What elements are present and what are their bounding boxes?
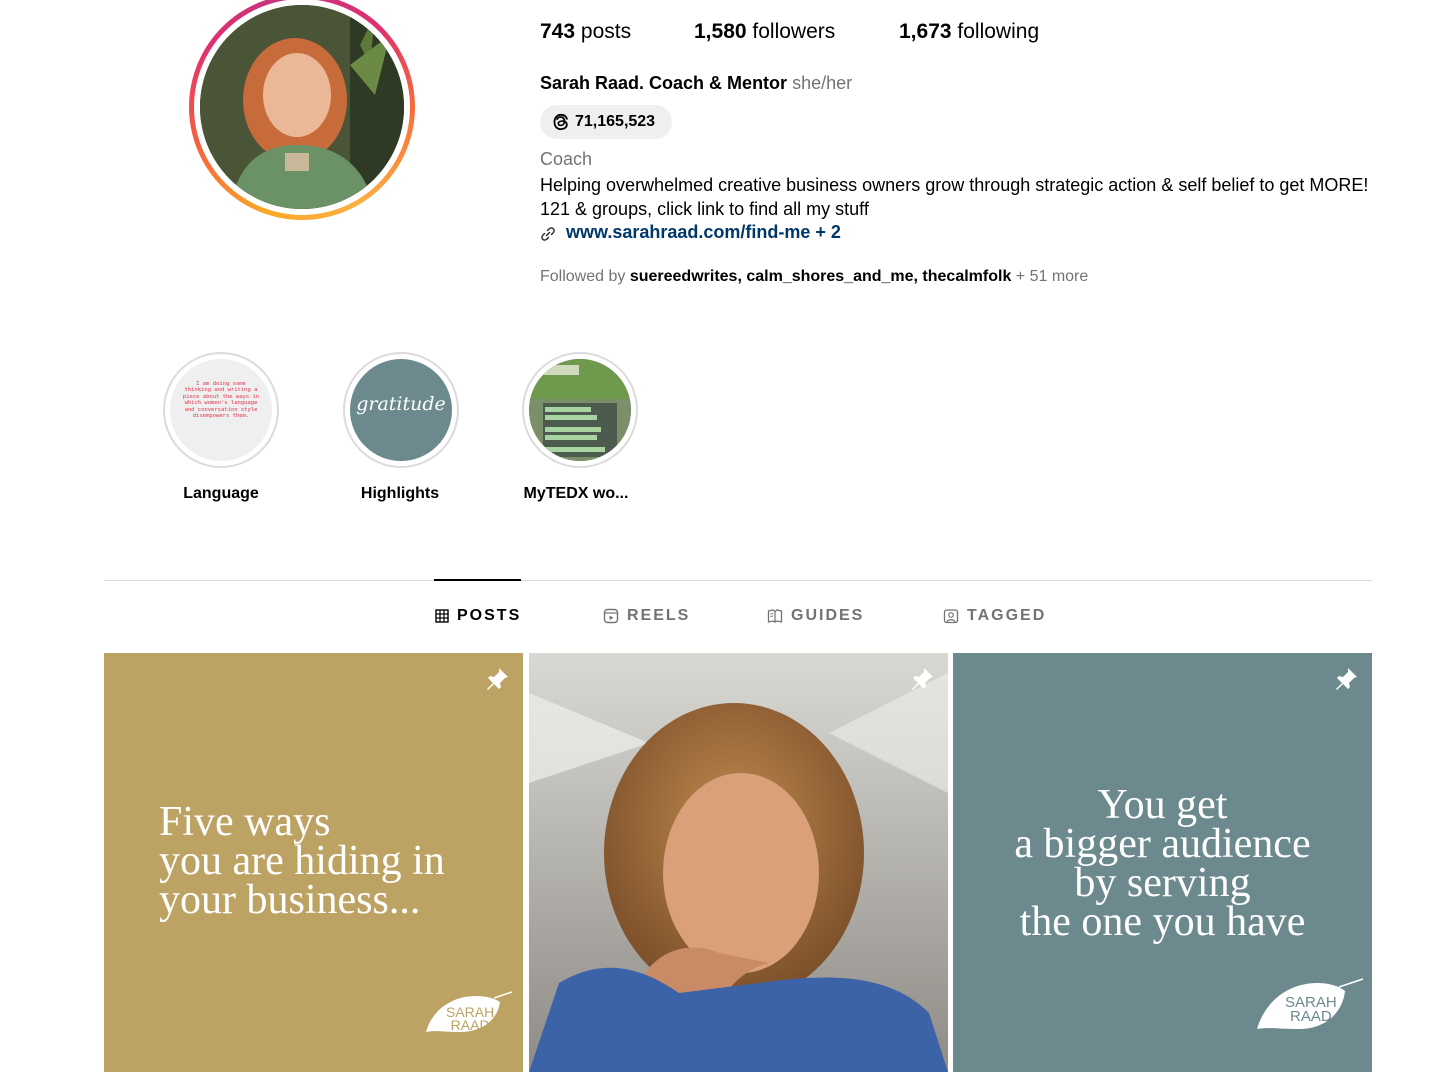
following-count: 1,673 (899, 20, 952, 43)
pin-icon (1336, 668, 1357, 690)
threads-icon (553, 113, 568, 131)
profile-full-name: Sarah Raad. Coach & Mentor (540, 73, 788, 93)
profile-pronouns: she/her (792, 73, 853, 93)
followed-by-user[interactable]: calm_shores_and_me (746, 268, 913, 285)
followed-by[interactable]: Followed by suereedwrites, calm_shores_a… (540, 268, 1088, 286)
post-tile[interactable]: You get a bigger audience by serving the… (953, 653, 1372, 1072)
highlight-mytedx[interactable] (522, 352, 638, 468)
tab-label: TAGGED (967, 607, 1047, 624)
sarah-raad-logo: SARAH RAAD (424, 988, 514, 1038)
sarah-raad-logo: SARAH RAAD (1255, 975, 1365, 1035)
tab-posts[interactable]: POSTS (435, 607, 521, 625)
tab-label: POSTS (457, 607, 522, 624)
highlight-cover: I am doing some thinking and writing a p… (170, 359, 272, 461)
tab-tagged[interactable]: TAGGED (943, 607, 1046, 625)
following-label: following (957, 20, 1040, 43)
highlight-language[interactable]: I am doing some thinking and writing a p… (163, 352, 279, 468)
pin-icon (487, 668, 508, 690)
avatar-photo-illustration (200, 5, 404, 209)
avatar (200, 5, 404, 209)
highlight-cover (529, 359, 631, 461)
tab-reels[interactable]: REELS (603, 607, 690, 625)
tagged-icon (943, 609, 959, 624)
tabs-divider (104, 580, 1372, 581)
threads-count: 71,165,523 (575, 113, 656, 130)
highlight-cover: gratitude (350, 359, 452, 461)
highlight-label: MyTEDX wo... (523, 485, 629, 502)
following-stat[interactable]: 1,673 following (899, 20, 1039, 44)
logo-text: SARAH RAAD (446, 1004, 495, 1033)
followed-by-more[interactable]: + 51 more (1011, 268, 1089, 285)
followers-count: 1,580 (694, 20, 747, 43)
post-quote-text: Five ways you are hiding in your busines… (159, 799, 445, 923)
highlight-cover-image (529, 359, 631, 461)
reels-icon (603, 608, 619, 624)
tab-guides[interactable]: GUIDES (767, 607, 864, 625)
highlight-gratitude[interactable]: gratitude (343, 352, 459, 468)
profile-link-text[interactable]: www.sarahraad.com/find-me + 2 (566, 222, 841, 243)
highlight-label: Highlights (360, 485, 440, 502)
followers-label: followers (752, 20, 836, 43)
threads-badge[interactable]: 71,165,523 (540, 105, 672, 139)
profile-category: Coach (540, 149, 593, 169)
posts-label: posts (580, 20, 632, 43)
profile-avatar[interactable] (189, 0, 415, 220)
followed-by-user[interactable]: thecalmfolk (922, 268, 1011, 285)
link-icon (541, 227, 555, 241)
pin-icon (912, 668, 933, 690)
grid-icon (435, 609, 449, 623)
posts-count-stat: 743 posts (540, 20, 631, 44)
highlight-label: Language (183, 485, 259, 502)
post-photo (529, 653, 948, 1072)
followed-by-prefix: Followed by (540, 268, 630, 285)
posts-count: 743 (540, 20, 576, 43)
followed-by-user[interactable]: suereedwrites (630, 268, 738, 285)
post-tile[interactable] (529, 653, 948, 1072)
active-tab-indicator (434, 579, 521, 581)
post-tile[interactable]: Five ways you are hiding in your busines… (104, 653, 523, 1072)
tab-label: REELS (627, 607, 691, 624)
tab-label: GUIDES (791, 607, 865, 624)
followers-stat[interactable]: 1,580 followers (694, 20, 835, 44)
post-quote-text: You get a bigger audience by serving the… (1014, 782, 1311, 945)
guides-icon (767, 609, 783, 623)
highlight-cover-text: gratitude (356, 393, 446, 415)
profile-bio: Helping overwhelmed creative business ow… (540, 175, 1369, 219)
profile-name-row: Sarah Raad. Coach & Mentor she/her (540, 73, 852, 94)
logo-text: SARAH RAAD (1285, 994, 1337, 1025)
highlight-cover-text: I am doing some thinking and writing a p… (182, 381, 260, 420)
